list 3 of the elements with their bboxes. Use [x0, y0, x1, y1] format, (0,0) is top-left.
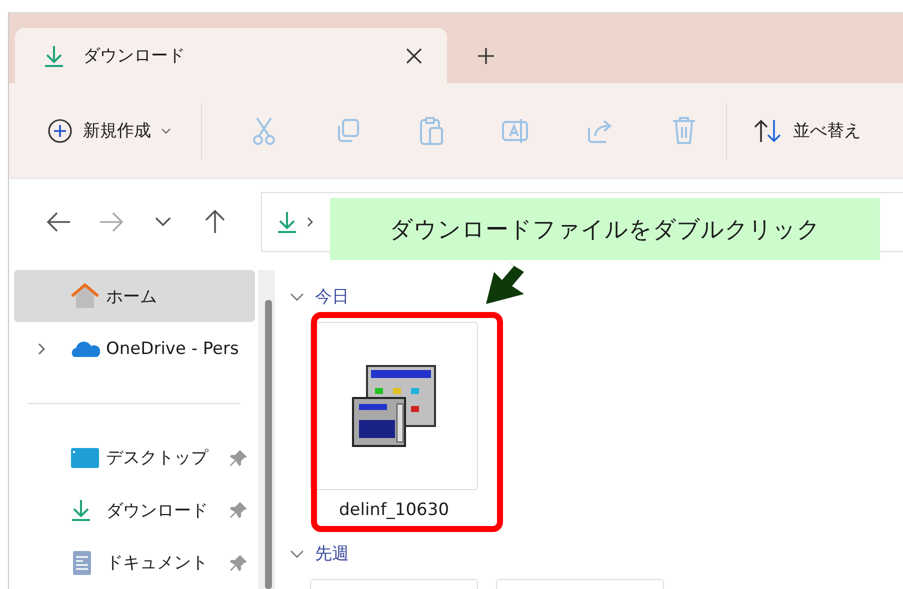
tab-title: ダウンロード	[83, 45, 186, 67]
file-name: delinf_10630	[338, 500, 450, 520]
callout-tooltip: ダウンロードファイルをダブルクリック	[330, 198, 880, 260]
